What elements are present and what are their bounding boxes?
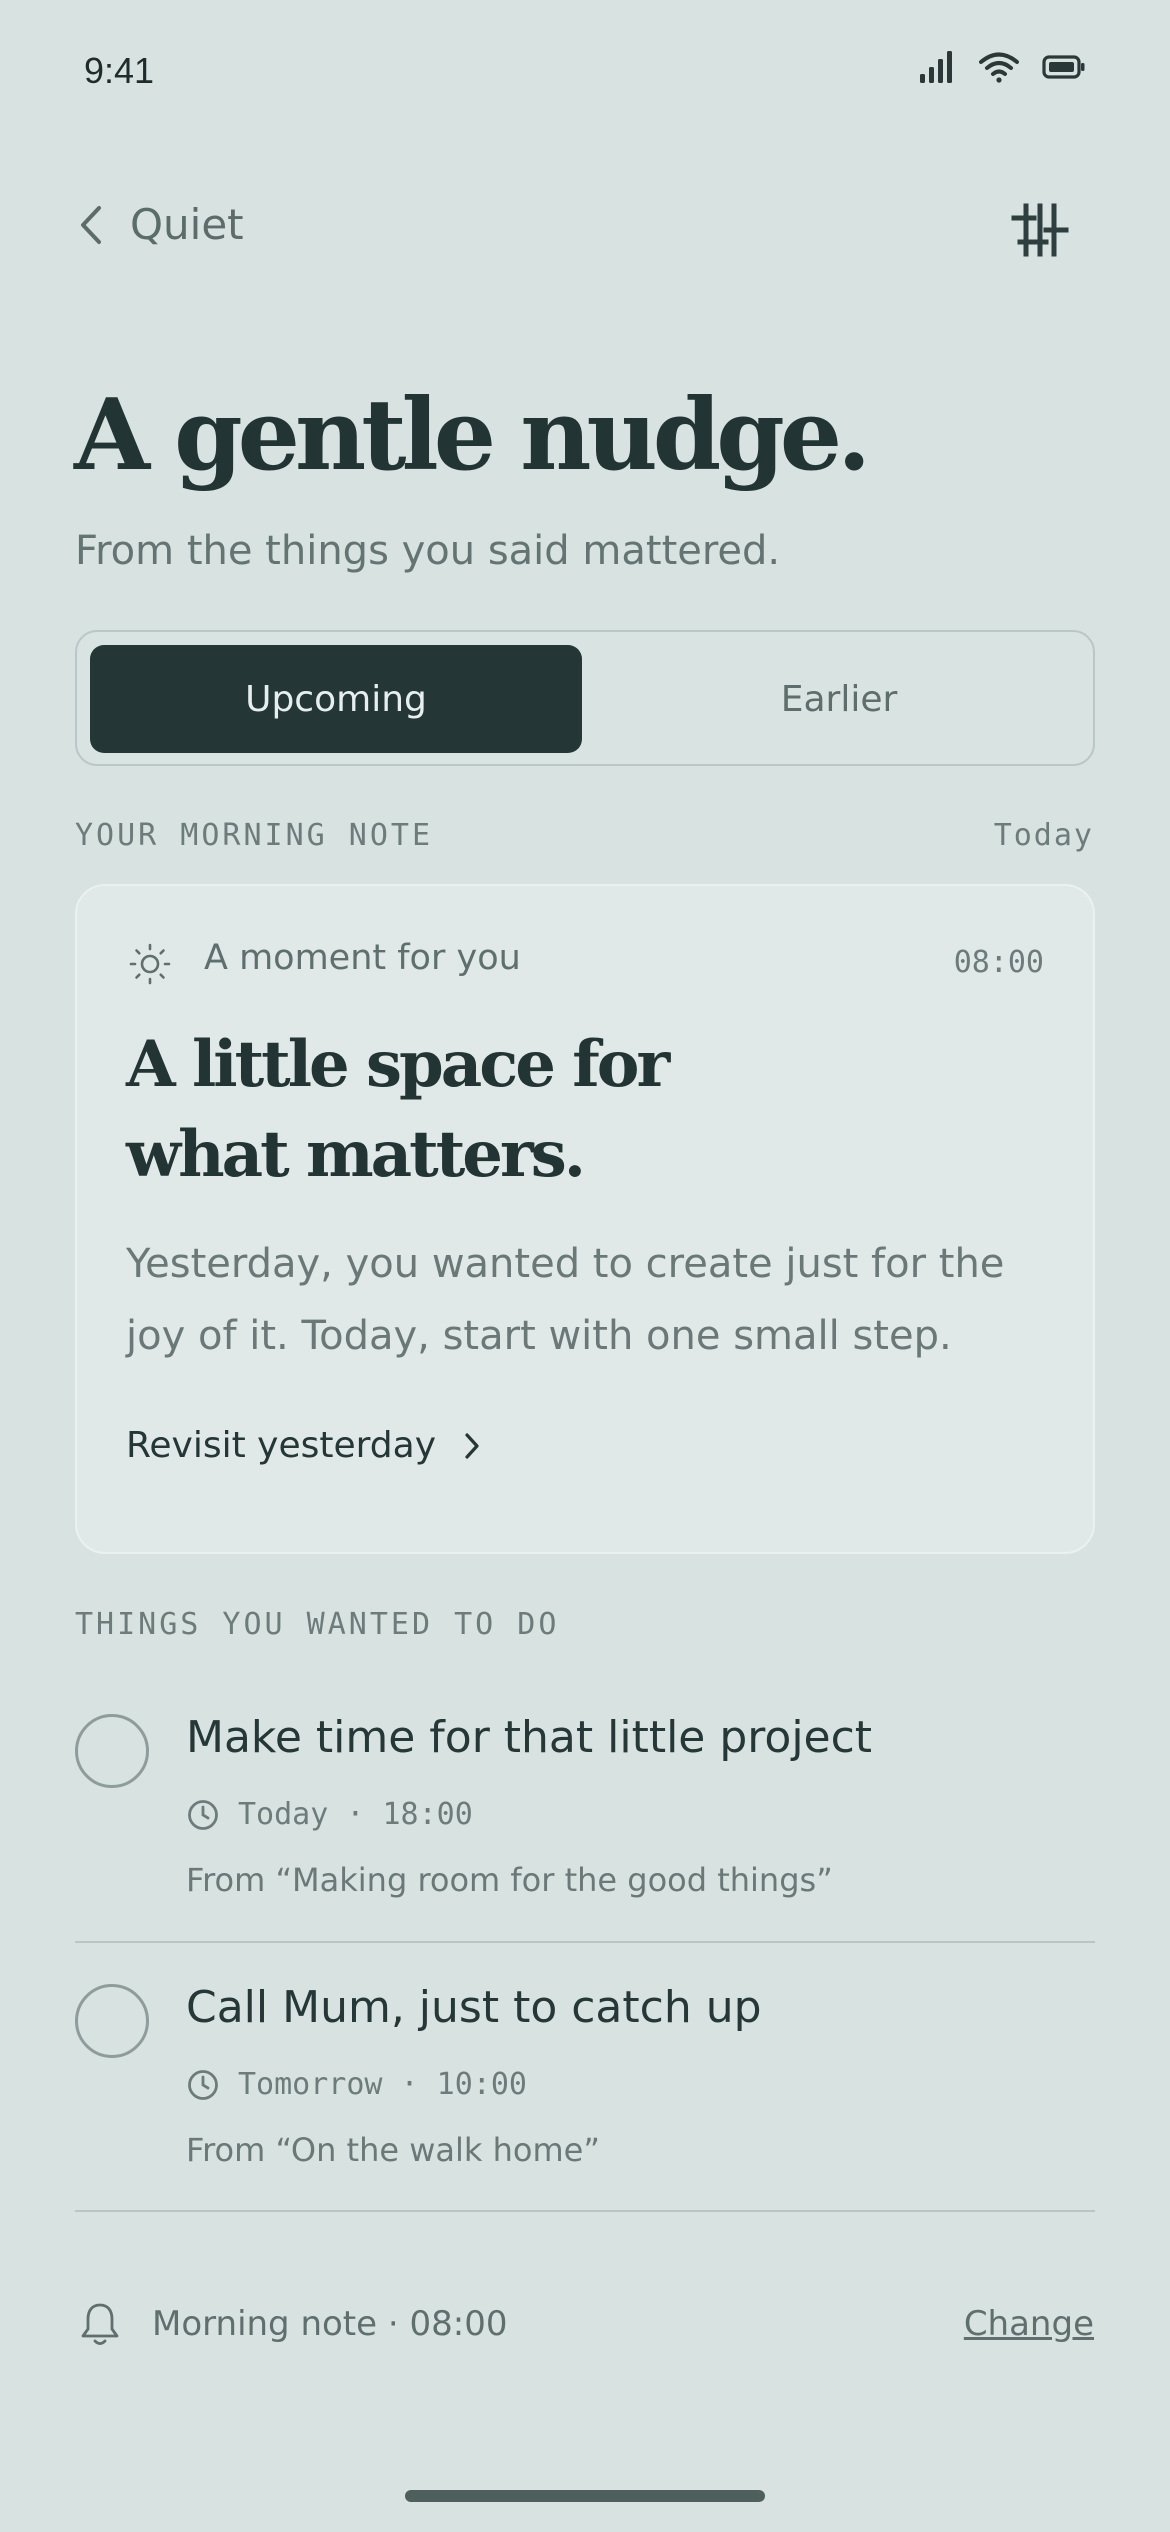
sliders-icon bbox=[1011, 203, 1069, 257]
task-source: From “Making room for the good things” bbox=[186, 1861, 833, 1899]
task-source: From “On the walk home” bbox=[186, 2131, 600, 2169]
filter-button[interactable] bbox=[1010, 200, 1070, 260]
section-date: Today bbox=[993, 818, 1094, 853]
home-indicator[interactable] bbox=[405, 2490, 765, 2502]
page-subtitle: From the things you said mattered. bbox=[75, 528, 781, 574]
task-title[interactable]: Call Mum, just to catch up bbox=[186, 1982, 762, 2033]
signal-icon bbox=[920, 51, 952, 83]
back-label: Quiet bbox=[130, 200, 244, 249]
bell-icon bbox=[81, 2303, 119, 2345]
segmented-control: Upcoming Earlier bbox=[75, 630, 1095, 766]
clock-icon bbox=[188, 2069, 218, 2100]
task-meta: Tomorrow · 10:00 bbox=[186, 2067, 527, 2102]
task-checkbox[interactable] bbox=[75, 1984, 149, 2058]
task-when: Today · 18:00 bbox=[238, 1797, 473, 1832]
task-checkbox[interactable] bbox=[75, 1714, 149, 1788]
revisit-yesterday-link[interactable]: Revisit yesterday bbox=[126, 1425, 480, 1466]
page-title: A gentle nudge. bbox=[74, 378, 871, 493]
morning-note-label: Morning note · 08:00 bbox=[152, 2304, 508, 2344]
tab-earlier[interactable]: Earlier bbox=[595, 645, 1083, 753]
task-meta: Today · 18:00 bbox=[186, 1797, 473, 1832]
sun-icon bbox=[129, 943, 171, 985]
battery-icon bbox=[1042, 55, 1085, 79]
task-title[interactable]: Make time for that little project bbox=[186, 1712, 872, 1763]
card-title-line-2: what matters. bbox=[126, 1117, 586, 1192]
task-when: Tomorrow · 10:00 bbox=[238, 2067, 527, 2102]
card-title-line-1: A little space for bbox=[126, 1027, 670, 1102]
back-button[interactable]: Quiet bbox=[78, 200, 244, 249]
section-label-morning-note: YOUR MORNING NOTE bbox=[75, 818, 434, 853]
card-kicker: A moment for you bbox=[204, 938, 521, 978]
clock-icon bbox=[188, 1799, 218, 1830]
chevron-left-icon bbox=[81, 205, 101, 244]
card-time: 08:00 bbox=[953, 945, 1044, 980]
section-label-tasks: THINGS YOU WANTED TO DO bbox=[75, 1607, 560, 1642]
divider bbox=[75, 1941, 1095, 1943]
status-time: 9:41 bbox=[84, 50, 155, 91]
change-link[interactable]: Change bbox=[964, 2304, 1094, 2344]
status-icons bbox=[918, 50, 1086, 84]
morning-note-setting: Morning note · 08:00 bbox=[78, 2300, 507, 2348]
chevron-right-icon bbox=[465, 1432, 479, 1459]
wifi-icon bbox=[979, 52, 1019, 83]
revisit-yesterday-label: Revisit yesterday bbox=[126, 1425, 437, 1466]
tab-upcoming[interactable]: Upcoming bbox=[90, 645, 582, 753]
card-body: Yesterday, you wanted to create just for… bbox=[126, 1241, 1005, 1359]
divider bbox=[75, 2210, 1095, 2212]
card-title: A little space for what matters. bbox=[126, 1020, 826, 1200]
